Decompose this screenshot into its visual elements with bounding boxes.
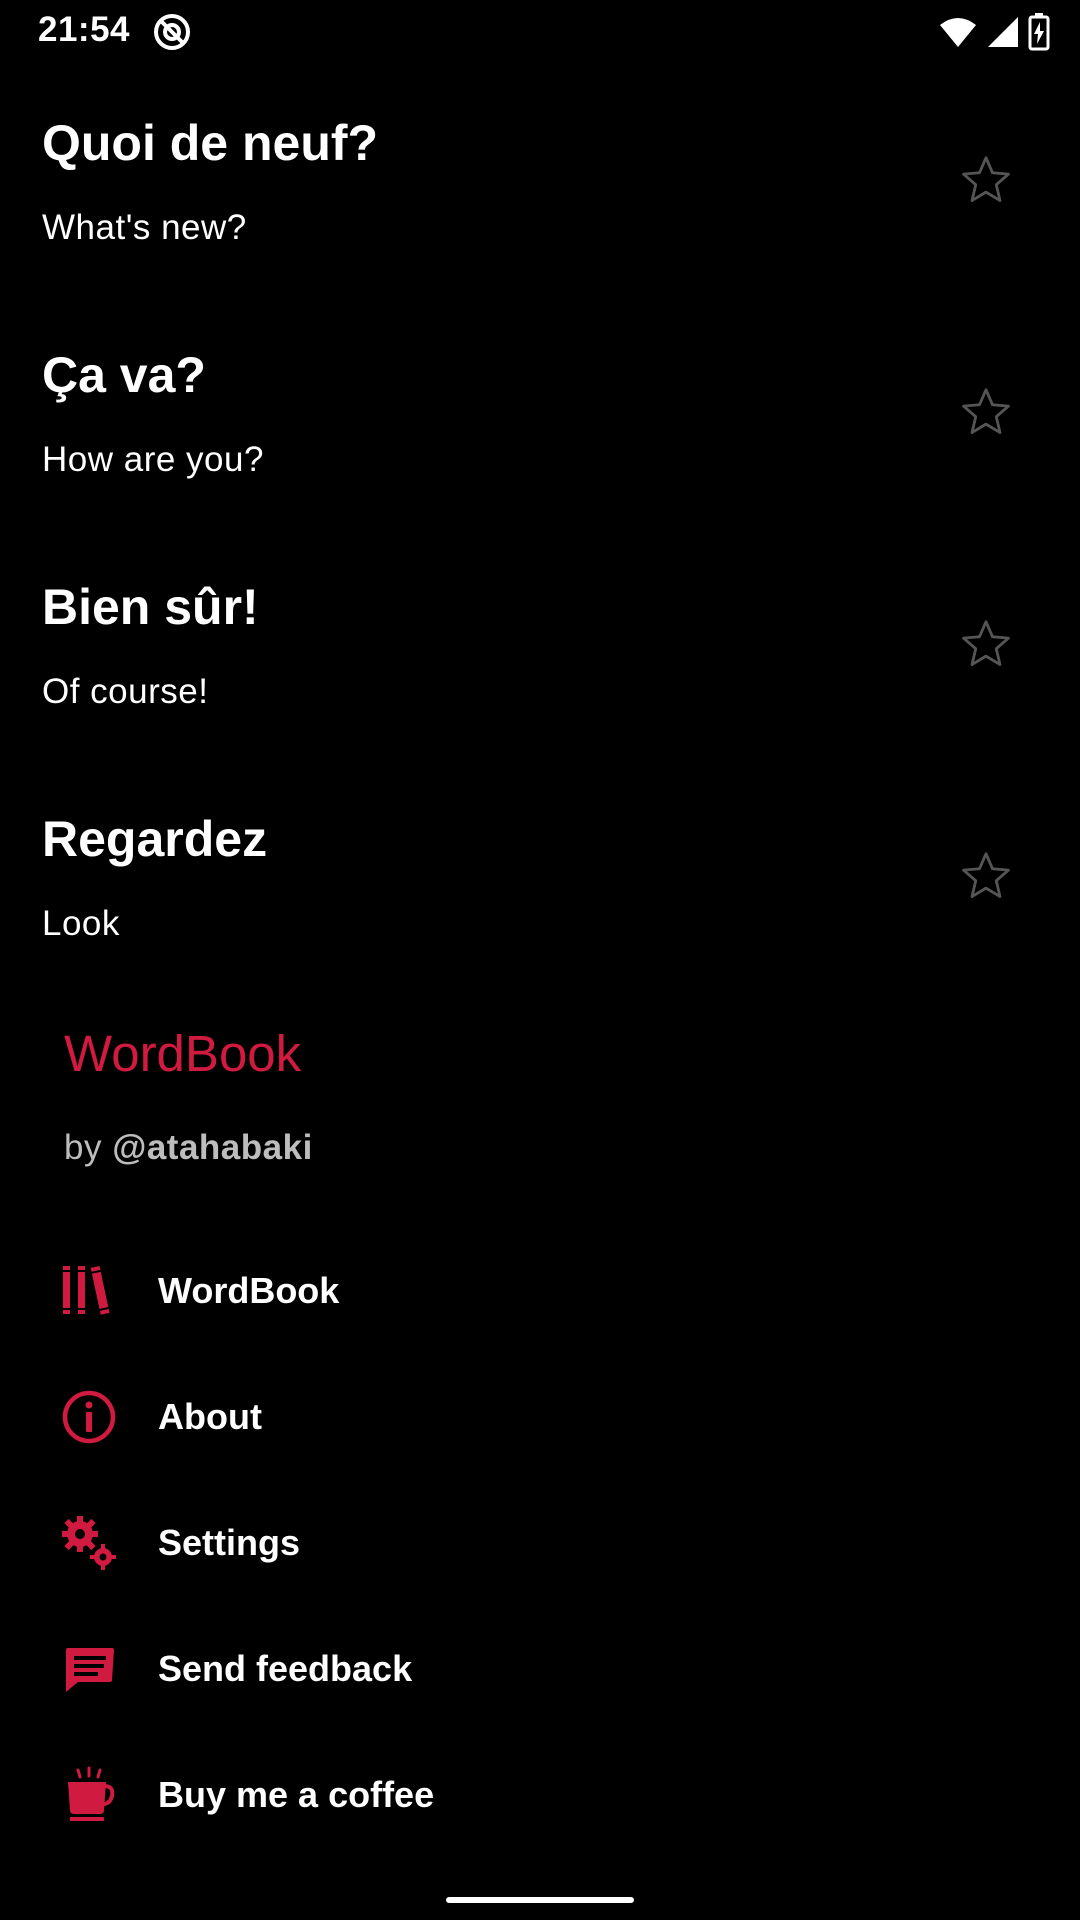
message-icon <box>66 1648 114 1692</box>
gears-icon <box>62 1516 116 1570</box>
menu-label: Send feedback <box>158 1648 413 1689</box>
menu-label: Settings <box>158 1522 301 1563</box>
info-icon <box>62 1390 116 1444</box>
home-indicator[interactable] <box>446 1897 634 1903</box>
star-outline-icon[interactable] <box>958 616 1014 672</box>
star-outline-icon[interactable] <box>958 848 1014 904</box>
phrase-french: Ça va? <box>42 347 206 403</box>
phrase-item[interactable]: Regardez Look <box>0 786 1080 1018</box>
status-bar: 21:54 <box>0 0 1080 62</box>
phrase-item[interactable]: Bien sûr! Of course! <box>0 554 1080 786</box>
battery-charging-icon <box>1028 13 1050 51</box>
phrase-english: What's new? <box>42 208 247 247</box>
menu-item-settings[interactable]: Settings <box>0 1480 1080 1606</box>
cell-signal-icon <box>988 17 1018 47</box>
drawer-menu: WordBook About Settings Send feedback Bu… <box>0 1228 1080 1858</box>
phrase-french: Bien sûr! <box>42 579 259 635</box>
menu-item-wordbook[interactable]: WordBook <box>0 1228 1080 1354</box>
menu-label: Buy me a coffee <box>158 1774 435 1815</box>
phrase-item[interactable]: Ça va? How are you? <box>0 322 1080 554</box>
sync-disabled-icon <box>154 14 190 50</box>
phrase-french: Regardez <box>42 811 268 867</box>
status-time: 21:54 <box>38 10 131 49</box>
menu-label: WordBook <box>158 1270 340 1311</box>
author-handle[interactable]: @atahabaki <box>112 1128 313 1167</box>
menu-item-about[interactable]: About <box>0 1354 1080 1480</box>
author-prefix: by <box>64 1128 113 1167</box>
books-icon <box>63 1265 110 1315</box>
menu-item-buy-coffee[interactable]: Buy me a coffee <box>0 1732 1080 1858</box>
phrase-list: Quoi de neuf? What's new? Ça va? How are… <box>0 90 1080 1018</box>
phrase-french: Quoi de neuf? <box>42 115 379 171</box>
phrase-item[interactable]: Quoi de neuf? What's new? <box>0 90 1080 322</box>
app-name: WordBook <box>64 1025 302 1082</box>
phrase-english: How are you? <box>42 440 264 479</box>
author-credit: by @atahabaki <box>64 1128 313 1168</box>
star-outline-icon[interactable] <box>958 152 1014 208</box>
star-outline-icon[interactable] <box>958 384 1014 440</box>
status-icons <box>938 12 1050 52</box>
coffee-icon <box>68 1766 115 1821</box>
menu-item-send-feedback[interactable]: Send feedback <box>0 1606 1080 1732</box>
wifi-icon <box>940 18 976 47</box>
phrase-english: Look <box>42 904 120 943</box>
phrase-english: Of course! <box>42 672 209 711</box>
menu-label: About <box>158 1396 262 1437</box>
